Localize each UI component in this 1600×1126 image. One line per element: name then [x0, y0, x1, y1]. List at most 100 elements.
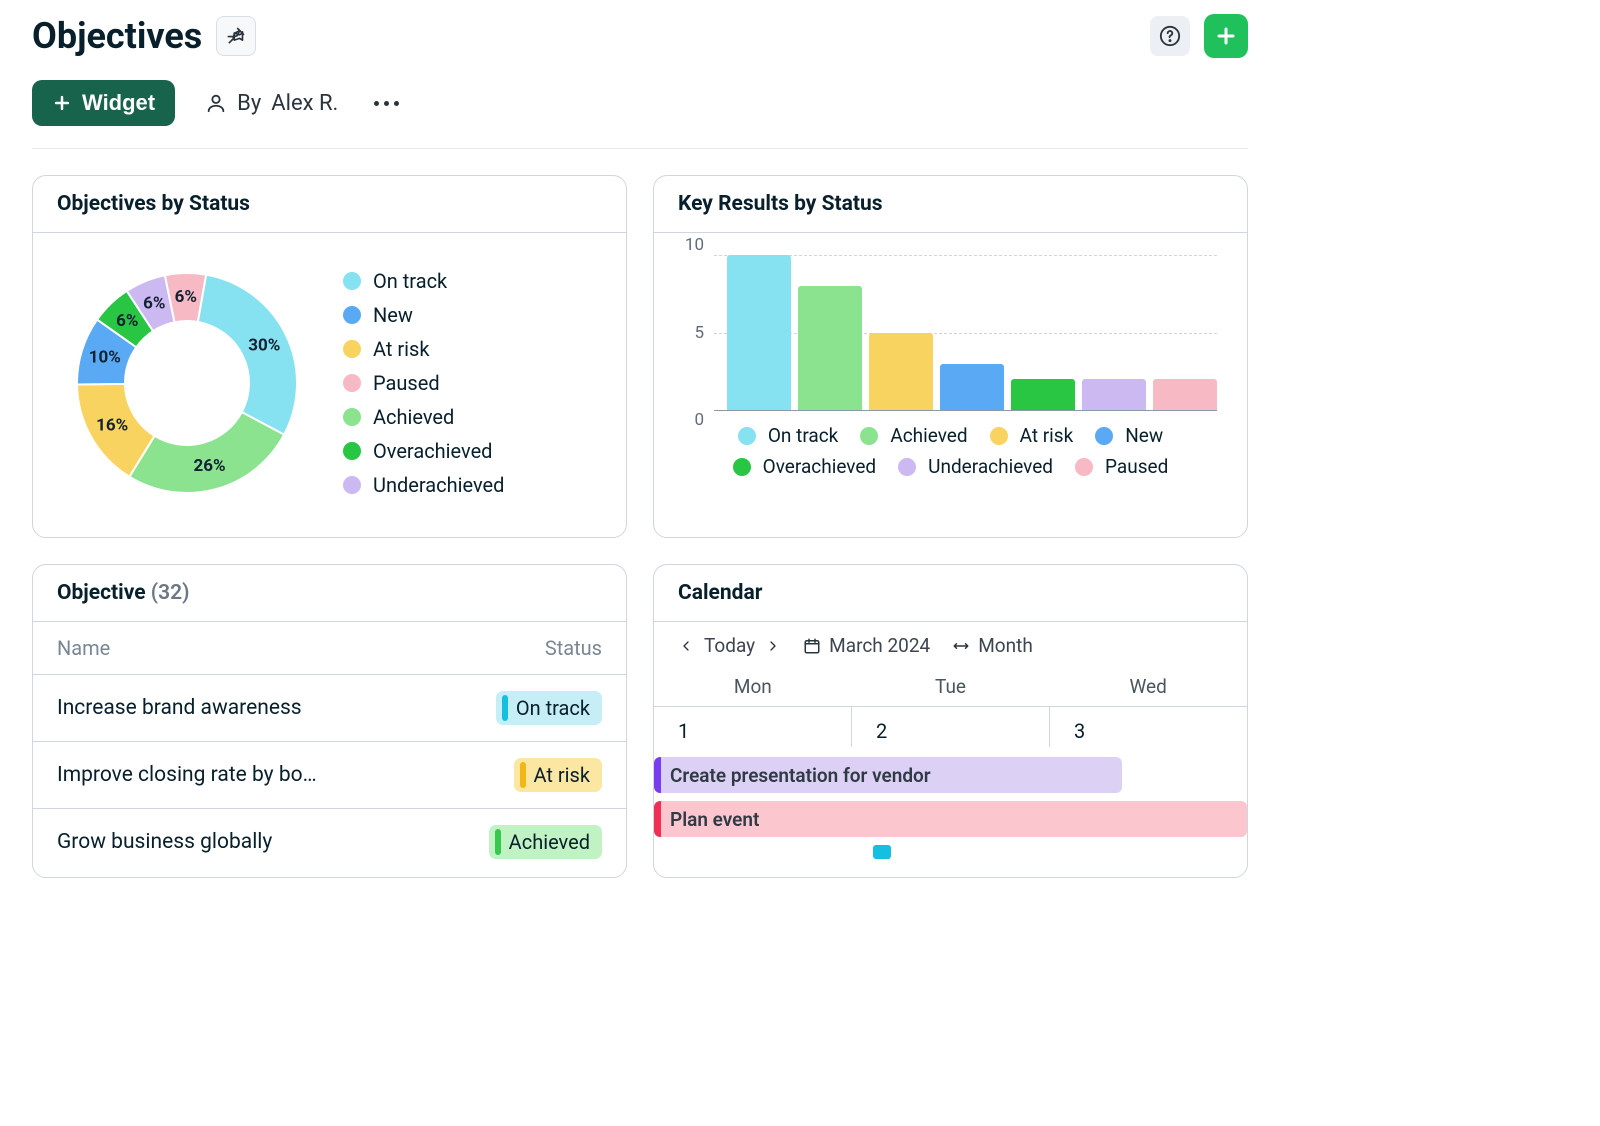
bar[interactable] — [940, 364, 1004, 411]
event-bar-icon — [654, 801, 661, 837]
legend-item[interactable]: On track — [738, 424, 838, 447]
calendar-event[interactable]: Create presentation for vendor — [654, 757, 1122, 793]
cal-day-cell[interactable]: 3 — [1050, 707, 1247, 747]
legend-label: On track — [768, 424, 838, 447]
cal-day-header: Wed — [1049, 675, 1247, 698]
objective-count: (32) — [151, 581, 190, 605]
table-row[interactable]: Increase brand awareness On track — [33, 675, 626, 742]
legend-dot-icon — [343, 476, 361, 494]
objective-name: Improve closing rate by bo… — [57, 763, 514, 787]
legend-item[interactable]: Achieved — [860, 424, 967, 447]
cal-day-header: Tue — [852, 675, 1050, 698]
legend-item[interactable]: At risk — [343, 337, 504, 361]
status-bar-icon — [495, 829, 501, 855]
legend-item[interactable]: Paused — [343, 371, 504, 395]
legend-dot-icon — [1075, 458, 1093, 476]
status-bar-icon — [520, 762, 526, 788]
legend-label: On track — [373, 269, 447, 293]
col-status[interactable]: Status — [545, 636, 602, 660]
donut-slice[interactable] — [129, 412, 284, 493]
bar[interactable] — [1082, 379, 1146, 410]
help-button[interactable] — [1150, 16, 1190, 56]
calendar-event[interactable] — [873, 845, 891, 859]
donut-slice-label: 6% — [175, 287, 197, 307]
legend-item[interactable]: Achieved — [343, 405, 504, 429]
dot-icon — [374, 101, 379, 106]
bar[interactable] — [727, 255, 791, 410]
status-label: Achieved — [509, 830, 590, 854]
y-tick-label: 0 — [694, 410, 704, 430]
pin-button[interactable] — [216, 16, 256, 56]
donut-slice-label: 30% — [248, 335, 280, 355]
donut-slice-label: 16% — [96, 415, 128, 435]
bar[interactable] — [1153, 379, 1217, 410]
legend-dot-icon — [733, 458, 751, 476]
calendar-event[interactable]: Plan event — [654, 801, 1247, 837]
legend-item[interactable]: At risk — [990, 424, 1074, 447]
table-header: Name Status — [33, 622, 626, 675]
status-badge: At risk — [514, 758, 602, 792]
legend-label: Achieved — [373, 405, 454, 429]
page-title: Objectives — [32, 15, 202, 57]
objective-name: Grow business globally — [57, 830, 489, 854]
donut-slice-label: 26% — [194, 456, 226, 476]
dot-icon — [384, 101, 389, 106]
chevron-left-icon — [678, 638, 694, 654]
cal-scope-label: Month — [978, 634, 1033, 657]
donut-slice-label: 10% — [89, 348, 121, 368]
author-chip[interactable]: By Alex R. — [205, 91, 338, 116]
legend-label: At risk — [1020, 424, 1074, 447]
legend-label: Paused — [373, 371, 440, 395]
table-row[interactable]: Grow business globally Achieved — [33, 809, 626, 875]
cal-prev-button[interactable] — [678, 638, 694, 654]
legend-dot-icon — [343, 442, 361, 460]
cal-day-cell[interactable]: 1 — [654, 707, 852, 747]
bar[interactable] — [1011, 379, 1075, 410]
cal-today-button[interactable]: Today — [704, 634, 755, 657]
legend-item[interactable]: New — [343, 303, 504, 327]
pin-icon — [226, 26, 246, 46]
bar[interactable] — [798, 286, 862, 410]
more-button[interactable] — [368, 95, 405, 112]
cal-month-picker[interactable]: March 2024 — [803, 634, 930, 657]
legend-item[interactable]: Paused — [1075, 455, 1168, 478]
legend-label: Underachieved — [928, 455, 1053, 478]
legend-item[interactable]: Underachieved — [343, 473, 504, 497]
donut-chart: 30%26%16%10%6%6%6% — [57, 253, 317, 513]
bar[interactable] — [869, 333, 933, 411]
cal-day-cell[interactable]: 2 — [852, 707, 1050, 747]
status-badge: Achieved — [489, 825, 602, 859]
cal-scope-picker[interactable]: Month — [952, 634, 1033, 657]
key-results-by-status-card: Key Results by Status 1050 On trackAchie… — [653, 175, 1248, 538]
y-tick-label: 10 — [685, 235, 704, 255]
y-tick-label: 5 — [694, 323, 704, 343]
add-widget-button[interactable]: Widget — [32, 80, 175, 126]
event-label: Plan event — [670, 808, 759, 831]
cal-next-button[interactable] — [765, 638, 781, 654]
add-button[interactable] — [1204, 14, 1248, 58]
legend-dot-icon — [738, 427, 756, 445]
legend-label: Paused — [1105, 455, 1168, 478]
cal-month-label: March 2024 — [829, 634, 930, 657]
donut-slice-label: 6% — [116, 311, 138, 331]
help-icon — [1159, 25, 1181, 47]
legend-dot-icon — [343, 374, 361, 392]
objectives-by-status-card: Objectives by Status 30%26%16%10%6%6%6% … — [32, 175, 627, 538]
table-row[interactable]: Improve closing rate by bo… At risk — [33, 742, 626, 809]
legend-label: New — [373, 303, 413, 327]
col-name[interactable]: Name — [57, 636, 545, 660]
legend-dot-icon — [343, 340, 361, 358]
legend-item[interactable]: On track — [343, 269, 504, 293]
legend-item[interactable]: Underachieved — [898, 455, 1053, 478]
legend-label: New — [1125, 424, 1163, 447]
card-title: Objective (32) — [33, 565, 626, 622]
status-label: On track — [516, 696, 590, 720]
event-bar-icon — [654, 757, 661, 793]
legend-label: Overachieved — [373, 439, 492, 463]
dot-icon — [394, 101, 399, 106]
legend-item[interactable]: Overachieved — [343, 439, 504, 463]
legend-item[interactable]: New — [1095, 424, 1163, 447]
legend-label: At risk — [373, 337, 429, 361]
card-title: Objectives by Status — [33, 176, 626, 233]
legend-item[interactable]: Overachieved — [733, 455, 877, 478]
